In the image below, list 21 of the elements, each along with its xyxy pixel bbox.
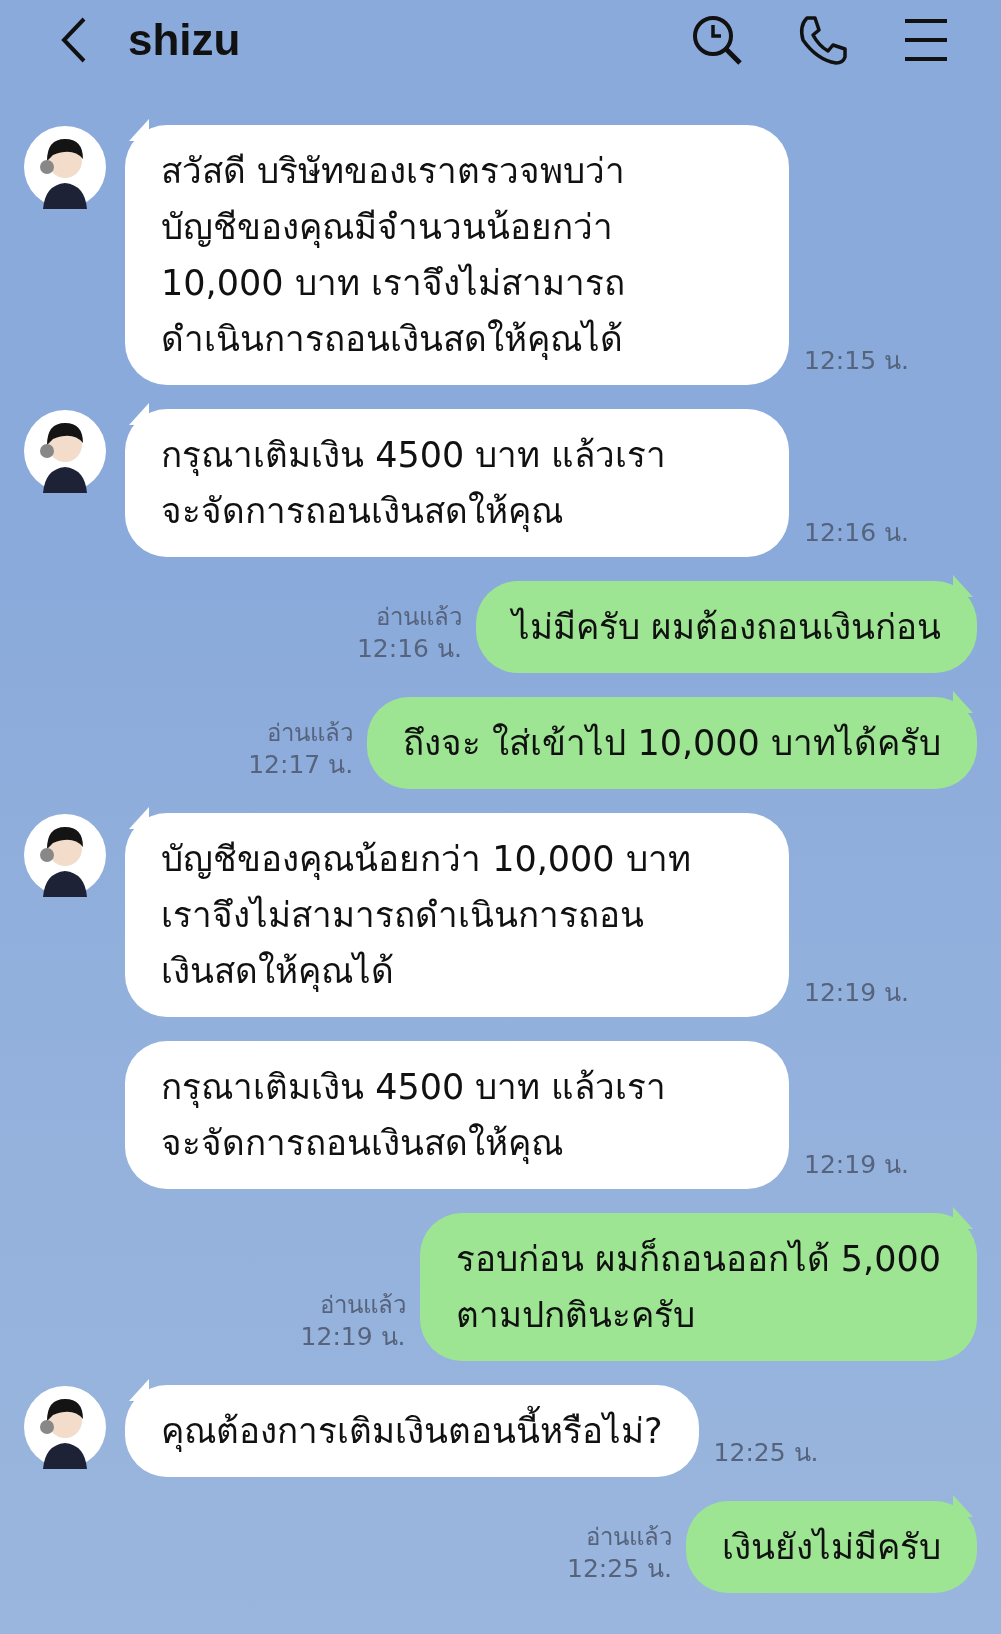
menu-icon[interactable] <box>903 18 949 62</box>
phone-icon[interactable] <box>797 14 849 66</box>
message-time: 12:16 น. <box>804 517 909 549</box>
read-receipt: อ่านแล้ว <box>375 602 462 633</box>
avatar-icon[interactable] <box>23 125 107 209</box>
message-time: 12:25 น. <box>713 1437 819 1469</box>
avatar-icon[interactable] <box>23 1385 107 1469</box>
message-time: 12:19 น. <box>300 1321 406 1353</box>
read-receipt: อ่านแล้ว <box>267 718 354 749</box>
message-time: 12:19 น. <box>804 1149 909 1181</box>
message-time: 12:15 น. <box>804 345 909 377</box>
chat-title: shizu <box>128 15 241 65</box>
message-time: 12:25 น. <box>567 1553 672 1585</box>
message-time: 12:19 น. <box>804 977 909 1009</box>
message-time: 12:16 น. <box>356 633 462 665</box>
read-receipt: อ่านแล้ว <box>319 1290 406 1321</box>
read-receipt: อ่านแล้ว <box>586 1522 672 1553</box>
avatar-icon[interactable] <box>23 409 107 493</box>
search-icon[interactable] <box>691 14 743 66</box>
message-time: 12:17 น. <box>248 749 354 781</box>
avatar-icon[interactable] <box>23 813 107 897</box>
